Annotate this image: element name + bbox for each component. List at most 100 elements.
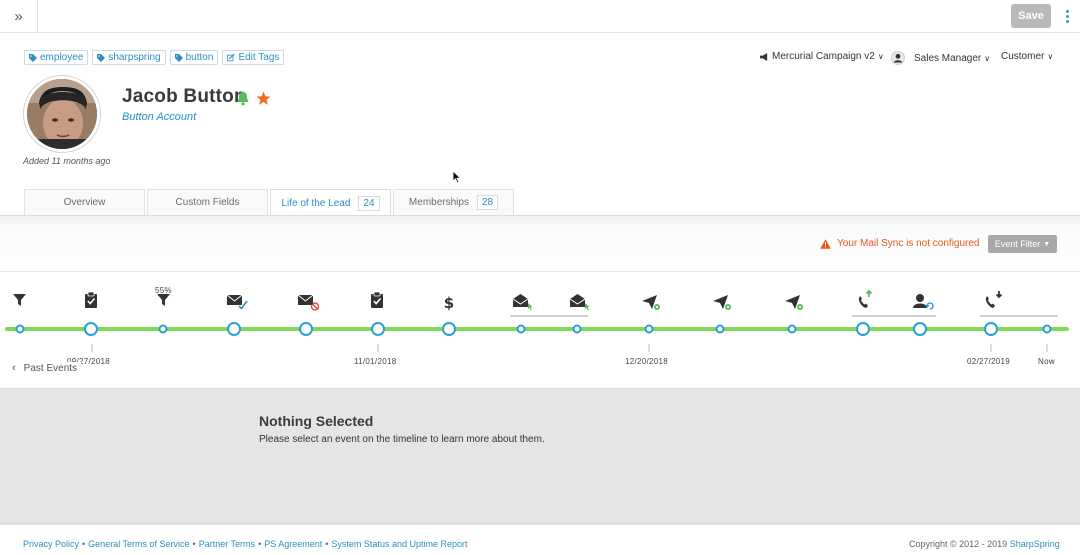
tag-list: employee sharpspring button Edit Tags	[24, 50, 285, 65]
timeline-node[interactable]	[442, 322, 456, 336]
event-filter-button[interactable]: Event Filter ▼	[988, 235, 1057, 253]
timeline-node[interactable]	[15, 324, 25, 334]
timeline-node[interactable]	[516, 324, 526, 334]
tab-label: Overview	[63, 197, 106, 208]
tag-label: sharpspring	[108, 52, 161, 63]
tag-chip[interactable]: employee	[24, 50, 89, 65]
mail-sync-text: Your Mail Sync is not configured	[837, 238, 980, 249]
save-button[interactable]: Save	[1011, 4, 1051, 28]
avatar[interactable]	[27, 79, 97, 149]
date-label: 11/01/2018	[354, 357, 397, 366]
send-gear-icon[interactable]	[713, 295, 731, 310]
footer-link-ps-agreement[interactable]: PS Agreement	[264, 539, 322, 549]
tag-label: employee	[40, 52, 84, 63]
timeline-node[interactable]	[856, 322, 870, 336]
edit-tags-button[interactable]: Edit Tags	[222, 50, 285, 65]
detail-title: Nothing Selected	[259, 413, 374, 429]
footer-link-terms[interactable]: General Terms of Service	[88, 539, 189, 549]
footer-links: Privacy Policy • General Terms of Servic…	[23, 539, 467, 549]
tab-memberships[interactable]: Memberships 28	[393, 189, 514, 215]
tab-overview[interactable]: Overview	[24, 189, 145, 215]
clipboard-check-icon[interactable]	[371, 291, 383, 308]
timeline-node[interactable]	[84, 322, 98, 336]
event-filter-label: Event Filter	[994, 239, 1041, 249]
footer-separator: •	[192, 539, 196, 549]
footer-separator: •	[82, 539, 86, 549]
tab-count-badge: 24	[358, 195, 380, 211]
detail-subtitle: Please select an event on the timeline t…	[259, 434, 545, 445]
timeline-node[interactable]	[715, 324, 725, 334]
contact-name: Jacob Button	[122, 86, 246, 107]
chevron-left-icon: ‹	[12, 362, 16, 374]
tab-label: Life of the Lead	[281, 197, 351, 209]
email-check-icon[interactable]	[226, 294, 248, 310]
more-options-icon[interactable]	[1060, 7, 1074, 25]
phone-outbound-icon[interactable]	[858, 289, 873, 308]
email-open-icon[interactable]	[569, 294, 590, 311]
edit-icon	[227, 53, 236, 61]
edit-tags-label: Edit Tags	[238, 52, 280, 63]
tab-label: Memberships	[408, 197, 469, 208]
timeline-node[interactable]	[158, 324, 168, 334]
footer-link-privacy[interactable]: Privacy Policy	[23, 539, 79, 549]
tag-label: button	[185, 52, 214, 63]
send-gear-icon[interactable]	[785, 295, 803, 310]
footer-separator: •	[325, 539, 329, 549]
brand-link[interactable]: SharpSpring	[1010, 539, 1060, 549]
chevron-down-icon: ∨	[877, 52, 884, 61]
past-events-button[interactable]: ‹ Past Events	[12, 362, 82, 374]
group-underline	[980, 315, 1058, 317]
user-circle-icon	[891, 51, 905, 65]
timeline-node[interactable]	[299, 322, 313, 336]
timeline-node[interactable]	[371, 322, 385, 336]
filter-icon[interactable]	[13, 294, 26, 306]
group-underline	[510, 315, 588, 317]
copyright-text: Copyright © 2012 - 2019	[909, 539, 1008, 549]
tag-chip[interactable]: sharpspring	[92, 50, 166, 65]
phone-inbound-icon[interactable]	[985, 291, 1003, 308]
user-sync-icon[interactable]	[913, 294, 934, 310]
timeline-node[interactable]	[913, 322, 927, 336]
past-events-label: Past Events	[23, 362, 78, 374]
footer-link-partner-terms[interactable]: Partner Terms	[199, 539, 255, 549]
lead-type-dropdown[interactable]: Customer ∨	[1001, 51, 1053, 62]
timeline-node[interactable]	[1042, 324, 1052, 334]
tag-icon	[97, 53, 106, 62]
filter-icon[interactable]	[157, 294, 170, 306]
footer-link-status[interactable]: System Status and Uptime Report	[331, 539, 467, 549]
email-open-icon[interactable]	[512, 294, 533, 311]
caret-down-icon: ▼	[1043, 240, 1051, 248]
warning-icon	[820, 238, 831, 249]
campaign-dropdown[interactable]: Mercurial Campaign v2 ∨	[760, 51, 884, 62]
chevron-down-icon: ∨	[1047, 52, 1054, 61]
role-label: Sales Manager	[914, 52, 982, 64]
timeline-node[interactable]	[787, 324, 797, 334]
timeline-node[interactable]	[227, 322, 241, 336]
tab-label: Custom Fields	[175, 197, 240, 208]
added-date: Added 11 months ago	[23, 156, 111, 166]
email-blocked-icon[interactable]	[297, 294, 320, 311]
timeline-node[interactable]	[572, 324, 582, 334]
tab-life-of-the-lead[interactable]: Life of the Lead 24	[270, 189, 391, 216]
event-detail-panel	[0, 389, 1080, 524]
role-dropdown[interactable]: Sales Manager ∨	[891, 51, 990, 65]
top-bar: » Save	[0, 0, 1080, 33]
timeline-node[interactable]	[984, 322, 998, 336]
date-label: 02/27/2019	[967, 357, 1011, 366]
date-label: Now	[1038, 357, 1055, 366]
mail-sync-warning[interactable]: Your Mail Sync is not configured	[820, 238, 980, 249]
group-underline	[852, 315, 936, 317]
tag-chip[interactable]: button	[169, 50, 219, 65]
send-gear-icon[interactable]	[642, 295, 660, 310]
double-chevron-icon: »	[14, 7, 23, 25]
dollar-icon[interactable]: $	[444, 294, 454, 312]
timeline-node[interactable]	[644, 324, 654, 334]
clipboard-check-icon[interactable]	[85, 291, 97, 308]
account-link[interactable]: Button Account	[122, 111, 196, 123]
tag-icon	[29, 53, 37, 62]
expand-sidebar-button[interactable]: »	[0, 0, 38, 32]
bell-icon[interactable]	[236, 91, 250, 106]
star-icon[interactable]	[256, 91, 271, 106]
copyright: Copyright © 2012 - 2019 SharpSpring	[909, 539, 1060, 549]
tab-custom-fields[interactable]: Custom Fields	[147, 189, 268, 215]
